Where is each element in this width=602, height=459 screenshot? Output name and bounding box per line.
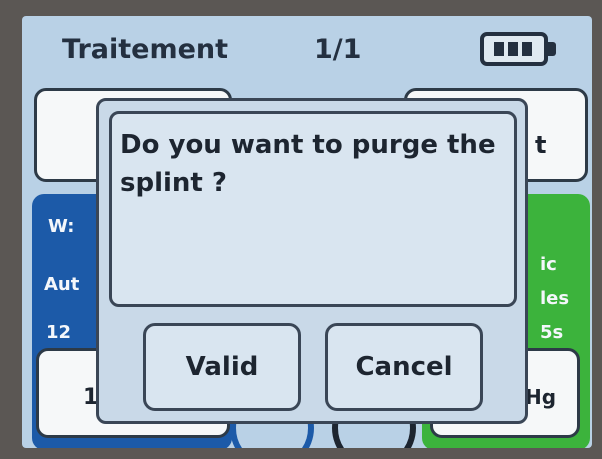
left-panel-label: W: bbox=[48, 216, 75, 237]
valid-button[interactable]: Valid bbox=[143, 323, 301, 411]
dialog-message: Do you want to purge the splint ? bbox=[120, 130, 496, 198]
battery-tip bbox=[548, 42, 556, 56]
left-panel-value: 12 bbox=[46, 322, 72, 343]
cancel-button[interactable]: Cancel bbox=[325, 323, 483, 411]
purge-dialog: Do you want to purge the splint ? Valid … bbox=[96, 98, 528, 424]
header-bar: Traitement 1/1 bbox=[22, 16, 592, 86]
page-title: Traitement bbox=[62, 34, 229, 65]
left-panel-mode: Aut bbox=[44, 274, 80, 295]
top-right-card-text: t bbox=[535, 131, 547, 159]
page-indicator: 1/1 bbox=[314, 34, 362, 65]
right-panel-mode-3: 5s bbox=[540, 322, 564, 343]
right-panel-mode-1: ic bbox=[540, 254, 557, 275]
dialog-message-panel: Do you want to purge the splint ? bbox=[109, 111, 517, 307]
right-panel-mode-2: les bbox=[540, 288, 570, 309]
right-bottom-card-text: Hg bbox=[525, 385, 557, 409]
device-screen: Traitement 1/1 t W: Aut 12 1 ic les 5s H… bbox=[22, 16, 592, 448]
battery-icon bbox=[480, 32, 548, 66]
